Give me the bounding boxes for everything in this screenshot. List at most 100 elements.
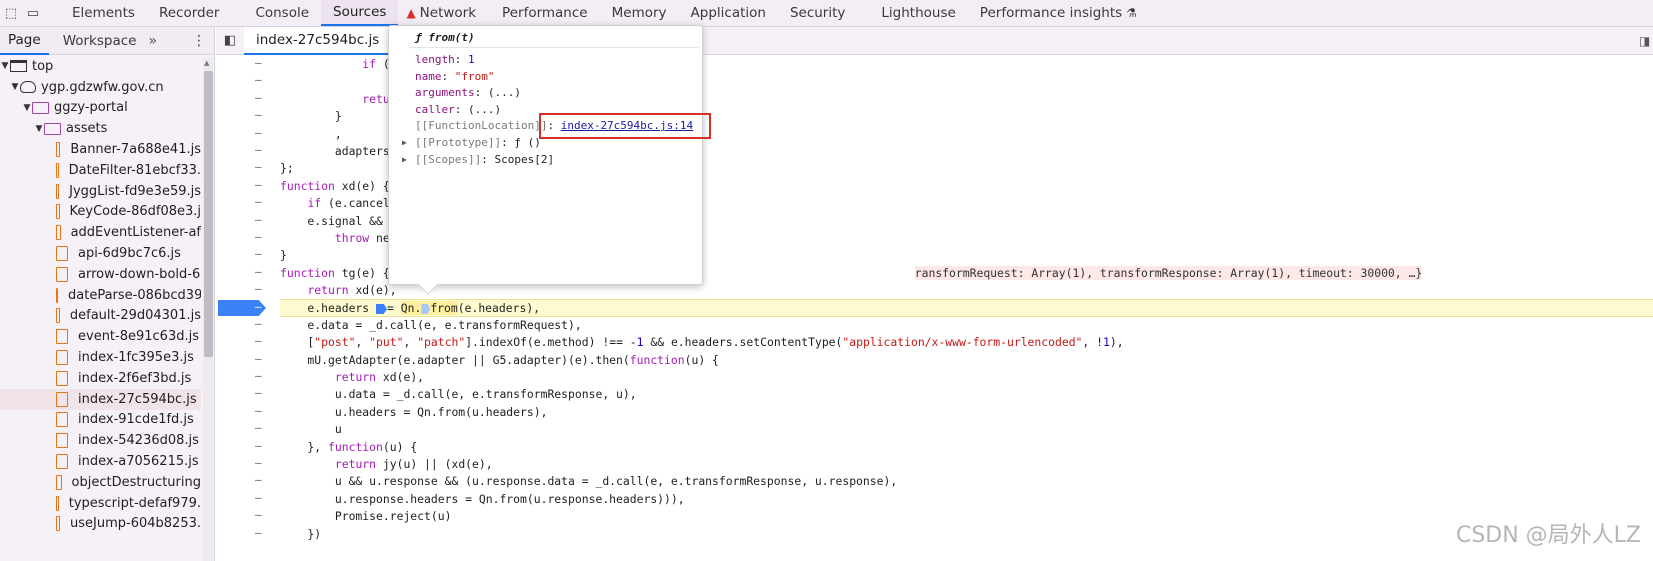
- tree-file-item[interactable]: arrow-down-bold-6: [0, 264, 201, 285]
- popover-property[interactable]: ▶ [[Prototype]]: ƒ (): [402, 135, 541, 151]
- gutter-line[interactable]: –: [216, 491, 278, 508]
- code-line[interactable]: u: [280, 421, 1653, 438]
- tab-performance[interactable]: Performance: [490, 0, 600, 26]
- gutter-line[interactable]: –: [216, 334, 278, 351]
- code-line[interactable]: u.response.headers = Qn.from(u.response.…: [280, 491, 1653, 508]
- gutter-line[interactable]: –: [216, 386, 278, 403]
- tab-recorder[interactable]: Recorder: [147, 0, 232, 26]
- tree-file-item[interactable]: index-a7056215.js: [0, 451, 201, 472]
- kebab-menu-icon[interactable]: ⋮: [192, 33, 206, 49]
- gutter-line[interactable]: –: [216, 143, 278, 160]
- tree-folder-item[interactable]: ▼ ygp.gdzwfw.gov.cn: [0, 77, 201, 98]
- inline-breakpoint-icon[interactable]: [376, 303, 388, 314]
- gutter-line[interactable]: –: [216, 230, 278, 247]
- device-toolbar-icon[interactable]: ▭: [22, 0, 44, 26]
- gutter-line[interactable]: –: [216, 352, 278, 369]
- tree-folder-item[interactable]: ▼ ggzy-portal: [0, 98, 201, 119]
- toggle-navigator-icon[interactable]: ◧: [216, 33, 244, 48]
- tree-file-item[interactable]: JyggList-fd9e3e59.js: [0, 181, 201, 202]
- tree-folder-item[interactable]: ▼ top: [0, 56, 201, 77]
- gutter-line[interactable]: –: [216, 404, 278, 421]
- tab-performance-insights[interactable]: Performance insights ⚗: [968, 0, 1149, 26]
- tab-network[interactable]: ▲ Network: [398, 0, 488, 26]
- tree-folder-item[interactable]: ▼ assets: [0, 118, 201, 139]
- tree-file-item[interactable]: index-54236d08.js: [0, 430, 201, 451]
- gutter-line[interactable]: –: [216, 421, 278, 438]
- tab-application[interactable]: Application: [679, 0, 778, 26]
- code-line[interactable]: u.headers = Qn.from(u.headers),: [280, 404, 1653, 421]
- more-tabs-icon[interactable]: »: [144, 33, 161, 49]
- breakpoint-marker[interactable]: –: [218, 299, 266, 316]
- tree-file-item[interactable]: addEventListener-af: [0, 222, 201, 243]
- gutter-line[interactable]: –: [216, 247, 278, 264]
- gutter-line[interactable]: –: [216, 265, 278, 282]
- inline-breakpoint-icon[interactable]: [421, 303, 431, 314]
- gutter-line[interactable]: –: [216, 178, 278, 195]
- tab-elements[interactable]: Elements: [60, 0, 147, 26]
- tree-file-item[interactable]: useJump-604b8253.: [0, 514, 201, 535]
- expand-triangle-icon[interactable]: ▼: [22, 103, 32, 113]
- gutter-line[interactable]: –: [216, 439, 278, 456]
- tree-file-item[interactable]: index-2f6ef3bd.js: [0, 368, 201, 389]
- tree-file-item[interactable]: DateFilter-81ebcf33.: [0, 160, 201, 181]
- inspect-element-icon[interactable]: ⬚: [0, 0, 22, 26]
- gutter-line[interactable]: –: [216, 282, 278, 299]
- code-line[interactable]: e.data = _d.call(e, e.transformRequest),: [280, 317, 1653, 334]
- code-line[interactable]: mU.getAdapter(e.adapter || G5.adapter)(e…: [280, 352, 1653, 369]
- scroll-up-icon[interactable]: ▲: [204, 59, 209, 67]
- code-line[interactable]: u.data = _d.call(e, e.transformResponse,…: [280, 386, 1653, 403]
- tab-security[interactable]: Security: [778, 0, 857, 26]
- gutter-line[interactable]: –: [216, 160, 278, 177]
- tree-file-item[interactable]: KeyCode-86df08e3.j: [0, 202, 201, 223]
- expand-triangle-icon[interactable]: ▼: [10, 82, 20, 92]
- tree-file-item[interactable]: event-8e91c63d.js: [0, 326, 201, 347]
- gutter-line[interactable]: –: [216, 508, 278, 525]
- editor-file-tab[interactable]: index-27c594bc.js ✕: [244, 26, 409, 55]
- tab-sources[interactable]: Sources: [321, 0, 399, 26]
- code-line[interactable]: return jy(u) || (xd(e),: [280, 456, 1653, 473]
- gutter-line[interactable]: –: [216, 195, 278, 212]
- gutter-line[interactable]: –: [216, 317, 278, 334]
- gutter-line[interactable]: –: [216, 108, 278, 125]
- expand-triangle-icon[interactable]: ▼: [0, 61, 10, 71]
- tab-console[interactable]: Console: [243, 0, 321, 26]
- tree-file-item[interactable]: index-91cde1fd.js: [0, 410, 201, 431]
- scrollbar-thumb[interactable]: [204, 71, 213, 357]
- tab-page[interactable]: Page: [0, 27, 49, 55]
- tree-file-item[interactable]: default-29d04301.js: [0, 306, 201, 327]
- line-gutter[interactable]: – – – – – – – – – – – – – – – – – – – – – – – – – – – –: [216, 56, 278, 561]
- code-line[interactable]: u && u.response && (u.response.data = _d…: [280, 473, 1653, 490]
- tab-workspace[interactable]: Workspace: [55, 27, 145, 55]
- gutter-line[interactable]: –: [216, 456, 278, 473]
- gutter-line[interactable]: –: [216, 213, 278, 230]
- gutter-line[interactable]: –: [216, 91, 278, 108]
- popover-property[interactable]: ▶ [[Scopes]]: Scopes[2]: [402, 152, 554, 168]
- tree-file-item[interactable]: api-6d9bc7c6.js: [0, 243, 201, 264]
- tree-file-item[interactable]: index-1fc395e3.js: [0, 347, 201, 368]
- gutter-line[interactable]: –: [216, 473, 278, 490]
- expand-triangle-icon[interactable]: ▼: [34, 124, 44, 134]
- code-line[interactable]: }): [280, 526, 1653, 543]
- tree-file-item[interactable]: objectDestructuring: [0, 472, 201, 493]
- gutter-line[interactable]: –: [216, 369, 278, 386]
- navigator-scrollbar[interactable]: ▲: [203, 57, 213, 561]
- gutter-line[interactable]: –: [216, 299, 278, 316]
- tree-file-item[interactable]: typescript-defaf979.: [0, 493, 201, 514]
- toggle-debugger-icon[interactable]: ◨: [1639, 27, 1653, 55]
- code-line[interactable]: }, function(u) {: [280, 439, 1653, 456]
- gutter-line[interactable]: –: [216, 56, 278, 73]
- tree-file-item[interactable]: dateParse-086bcd39: [0, 285, 201, 306]
- code-line[interactable]: ["post", "put", "patch"].indexOf(e.metho…: [280, 334, 1653, 351]
- code-line[interactable]: Promise.reject(u): [280, 508, 1653, 525]
- code-line[interactable]: return xd(e),: [280, 369, 1653, 386]
- expand-triangle-icon[interactable]: ▶: [402, 135, 407, 151]
- gutter-line[interactable]: –: [216, 73, 278, 90]
- gutter-line[interactable]: –: [216, 526, 278, 543]
- tree-file-item[interactable]: index-27c594bc.js: [0, 388, 201, 410]
- gutter-line[interactable]: –: [216, 126, 278, 143]
- tab-lighthouse[interactable]: Lighthouse: [869, 0, 967, 26]
- tab-memory[interactable]: Memory: [600, 0, 679, 26]
- paused-code-line[interactable]: e.headers = Qn. from(e.headers),: [280, 299, 1653, 317]
- tree-file-item[interactable]: Banner-7a688e41.js: [0, 139, 201, 160]
- expand-triangle-icon[interactable]: ▶: [402, 152, 407, 168]
